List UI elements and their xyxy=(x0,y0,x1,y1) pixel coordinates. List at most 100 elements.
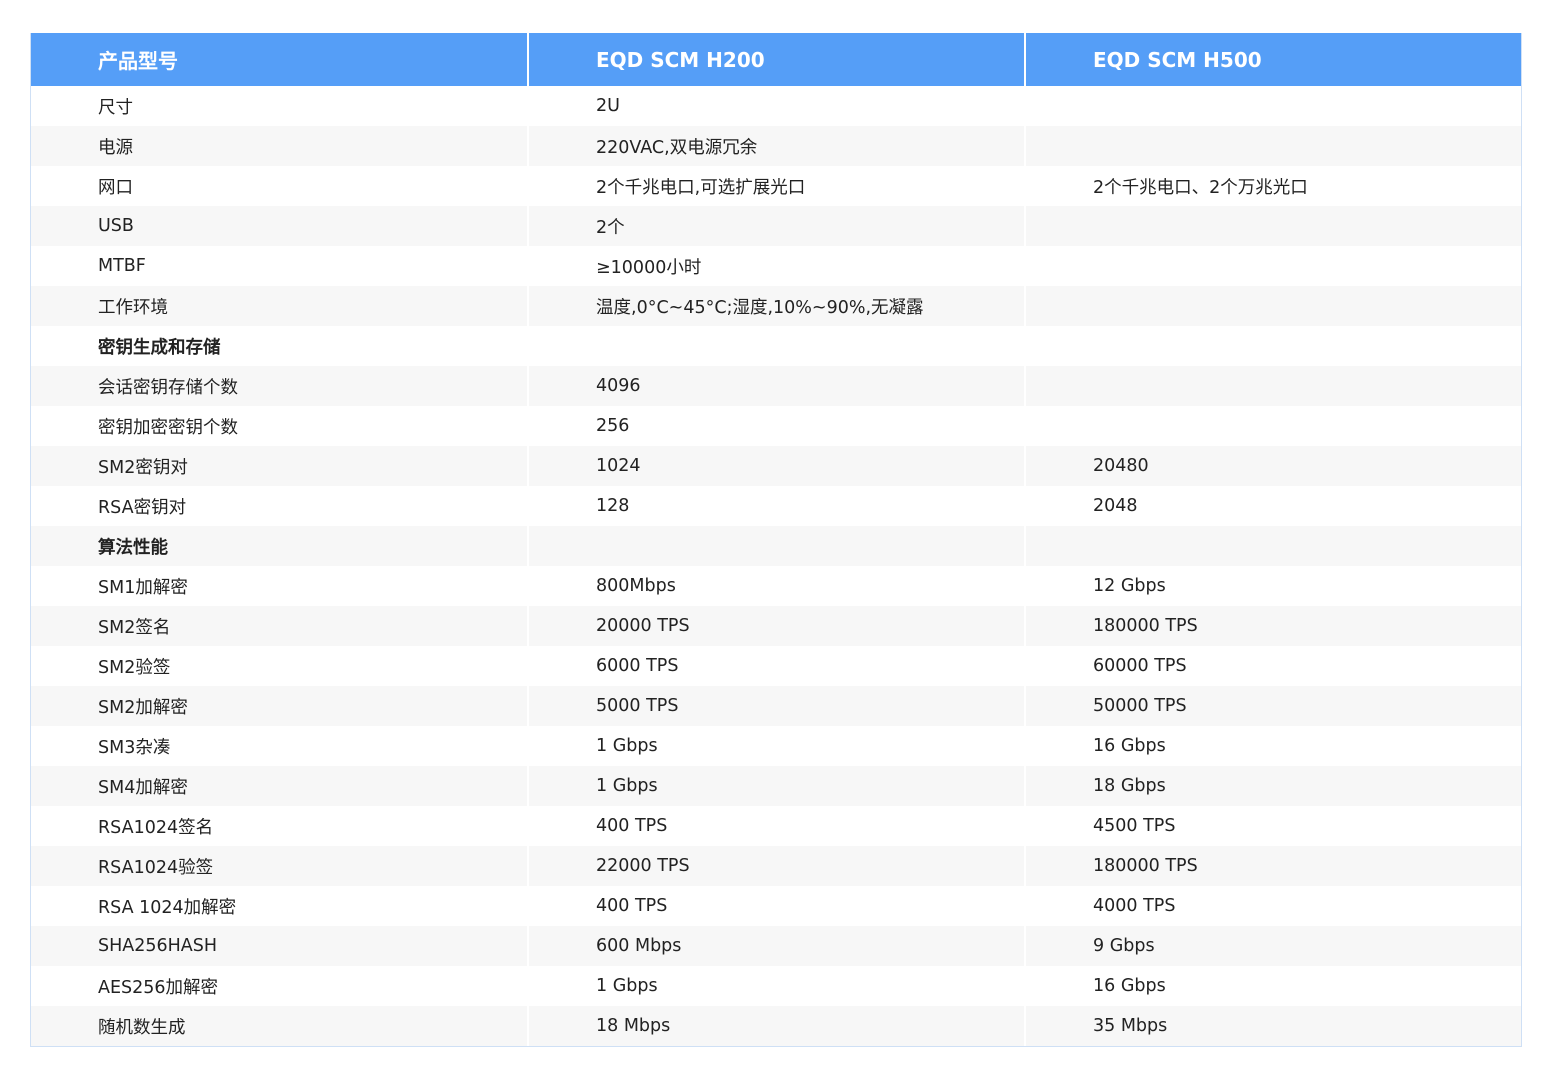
h200-value-cell: ≥10000小时 xyxy=(527,246,1025,286)
h500-value-cell: 12 Gbps xyxy=(1024,566,1521,606)
header-h200: EQD SCM H200 xyxy=(527,33,1025,86)
h200-value-cell: 1 Gbps xyxy=(527,726,1025,766)
spec-label-cell: MTBF xyxy=(31,246,528,286)
table-header: 产品型号 EQD SCM H200 EQD SCM H500 xyxy=(31,33,1521,86)
section-row: 算法性能 xyxy=(31,526,1521,566)
table-row: 尺寸 2U xyxy=(31,86,1521,126)
h500-value-cell: 16 Gbps xyxy=(1024,966,1521,1006)
spec-label-cell: USB xyxy=(31,206,528,246)
h200-value-cell xyxy=(527,526,1025,566)
h500-value-cell: 16 Gbps xyxy=(1024,726,1521,766)
spec-label-cell: SM4加解密 xyxy=(31,766,528,806)
h200-value-cell: 1 Gbps xyxy=(527,766,1025,806)
spec-label-cell: SM2加解密 xyxy=(31,686,528,726)
h200-value-cell: 2个 xyxy=(527,206,1025,246)
h500-value-cell: 50000 TPS xyxy=(1024,686,1521,726)
spec-table-container: 产品型号 EQD SCM H200 EQD SCM H500 尺寸 2U 电源 220… xyxy=(30,33,1522,1047)
spec-label-cell: 网口 xyxy=(31,166,528,206)
spec-label-cell: SM2密钥对 xyxy=(31,446,528,486)
h500-value-cell: 180000 TPS xyxy=(1024,606,1521,646)
spec-label-cell: 电源 xyxy=(31,126,528,166)
h200-value-cell: 温度,0°C~45°C;湿度,10%~90%,无凝露 xyxy=(527,286,1025,326)
header-model-label: 产品型号 xyxy=(31,33,528,86)
table-row: 会话密钥存储个数 4096 xyxy=(31,366,1521,406)
spec-label-cell: 尺寸 xyxy=(31,86,528,126)
h500-value-cell xyxy=(1024,406,1521,446)
table-row: SHA256HASH 600 Mbps 9 Gbps xyxy=(31,926,1521,966)
spec-label-cell: SM2验签 xyxy=(31,646,528,686)
table-row: SM2密钥对 1024 20480 xyxy=(31,446,1521,486)
h200-value-cell: 128 xyxy=(527,486,1025,526)
spec-label-cell: 工作环境 xyxy=(31,286,528,326)
table-row: RSA1024签名 400 TPS 4500 TPS xyxy=(31,806,1521,846)
spec-label-cell: AES256加解密 xyxy=(31,966,528,1006)
table-row: 工作环境 温度,0°C~45°C;湿度,10%~90%,无凝露 xyxy=(31,286,1521,326)
h200-value-cell: 2U xyxy=(527,86,1025,126)
table-row: SM1加解密 800Mbps 12 Gbps xyxy=(31,566,1521,606)
spec-label-cell: 密钥加密密钥个数 xyxy=(31,406,528,446)
table-row: AES256加解密 1 Gbps 16 Gbps xyxy=(31,966,1521,1006)
h500-value-cell: 9 Gbps xyxy=(1024,926,1521,966)
h500-value-cell: 2个千兆电口、2个万兆光口 xyxy=(1024,166,1521,206)
h500-value-cell xyxy=(1024,126,1521,166)
h200-value-cell: 220VAC,双电源冗余 xyxy=(527,126,1025,166)
h500-value-cell xyxy=(1024,246,1521,286)
spec-label-cell: RSA 1024加解密 xyxy=(31,886,528,926)
h200-value-cell: 5000 TPS xyxy=(527,686,1025,726)
spec-label-cell: RSA密钥对 xyxy=(31,486,528,526)
spec-label-cell: 随机数生成 xyxy=(31,1006,528,1046)
h200-value-cell: 600 Mbps xyxy=(527,926,1025,966)
table-row: SM4加解密 1 Gbps 18 Gbps xyxy=(31,766,1521,806)
table-row: USB 2个 xyxy=(31,206,1521,246)
h200-value-cell: 22000 TPS xyxy=(527,846,1025,886)
spec-label-cell: SM1加解密 xyxy=(31,566,528,606)
h500-value-cell: 60000 TPS xyxy=(1024,646,1521,686)
header-h500: EQD SCM H500 xyxy=(1024,33,1521,86)
h500-value-cell: 2048 xyxy=(1024,486,1521,526)
h200-value-cell: 18 Mbps xyxy=(527,1006,1025,1046)
table-row: 密钥加密密钥个数 256 xyxy=(31,406,1521,446)
h200-value-cell: 1024 xyxy=(527,446,1025,486)
h500-value-cell: 20480 xyxy=(1024,446,1521,486)
table-row: RSA密钥对 128 2048 xyxy=(31,486,1521,526)
h200-value-cell: 1 Gbps xyxy=(527,966,1025,1006)
h200-value-cell xyxy=(527,326,1025,366)
h500-value-cell xyxy=(1024,286,1521,326)
table-row: SM2验签 6000 TPS 60000 TPS xyxy=(31,646,1521,686)
h200-value-cell: 400 TPS xyxy=(527,886,1025,926)
table-row: 网口 2个千兆电口,可选扩展光口 2个千兆电口、2个万兆光口 xyxy=(31,166,1521,206)
table-row: SM2签名 20000 TPS 180000 TPS xyxy=(31,606,1521,646)
spec-table: 产品型号 EQD SCM H200 EQD SCM H500 尺寸 2U 电源 220… xyxy=(31,33,1521,1046)
table-row: 随机数生成 18 Mbps 35 Mbps xyxy=(31,1006,1521,1046)
table-row: 电源 220VAC,双电源冗余 xyxy=(31,126,1521,166)
h500-value-cell xyxy=(1024,326,1521,366)
h200-value-cell: 800Mbps xyxy=(527,566,1025,606)
h200-value-cell: 256 xyxy=(527,406,1025,446)
h200-value-cell: 6000 TPS xyxy=(527,646,1025,686)
h500-value-cell xyxy=(1024,206,1521,246)
h500-value-cell xyxy=(1024,526,1521,566)
spec-label-cell: RSA1024验签 xyxy=(31,846,528,886)
table-row: RSA1024验签 22000 TPS 180000 TPS xyxy=(31,846,1521,886)
section-title: 算法性能 xyxy=(31,526,528,566)
h200-value-cell: 2个千兆电口,可选扩展光口 xyxy=(527,166,1025,206)
table-row: RSA 1024加解密 400 TPS 4000 TPS xyxy=(31,886,1521,926)
h200-value-cell: 4096 xyxy=(527,366,1025,406)
spec-label-cell: 会话密钥存储个数 xyxy=(31,366,528,406)
section-row: 密钥生成和存储 xyxy=(31,326,1521,366)
h200-value-cell: 20000 TPS xyxy=(527,606,1025,646)
h500-value-cell: 180000 TPS xyxy=(1024,846,1521,886)
header-row: 产品型号 EQD SCM H200 EQD SCM H500 xyxy=(31,33,1521,86)
h500-value-cell xyxy=(1024,86,1521,126)
h500-value-cell: 4000 TPS xyxy=(1024,886,1521,926)
spec-label-cell: RSA1024签名 xyxy=(31,806,528,846)
table-row: SM2加解密 5000 TPS 50000 TPS xyxy=(31,686,1521,726)
spec-label-cell: SHA256HASH xyxy=(31,926,528,966)
h500-value-cell xyxy=(1024,366,1521,406)
h200-value-cell: 400 TPS xyxy=(527,806,1025,846)
spec-label-cell: SM3杂凑 xyxy=(31,726,528,766)
h500-value-cell: 4500 TPS xyxy=(1024,806,1521,846)
h500-value-cell: 18 Gbps xyxy=(1024,766,1521,806)
spec-label-cell: SM2签名 xyxy=(31,606,528,646)
h500-value-cell: 35 Mbps xyxy=(1024,1006,1521,1046)
